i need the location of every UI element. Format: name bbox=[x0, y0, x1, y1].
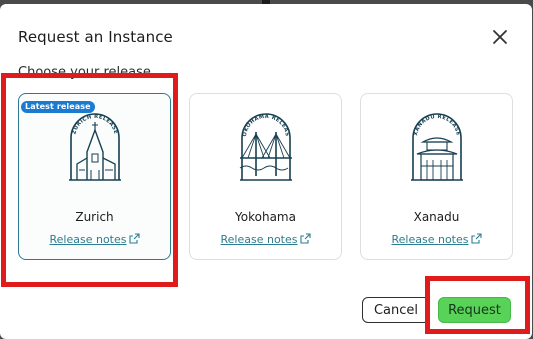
dialog-title: Request an Instance bbox=[18, 28, 173, 46]
release-card-xanadu[interactable]: XANADU RELEASE Xanadu Release notes bbox=[360, 93, 513, 260]
close-icon bbox=[493, 30, 507, 44]
release-name: Xanadu bbox=[413, 210, 460, 224]
external-link-icon bbox=[470, 233, 482, 244]
release-notes-label: Release notes bbox=[220, 233, 298, 246]
external-link-icon bbox=[299, 233, 311, 244]
release-notes-link[interactable]: Release notes bbox=[19, 233, 170, 246]
release-name: Zurich bbox=[75, 210, 114, 224]
release-notes-label: Release notes bbox=[49, 233, 127, 246]
church-tower-icon: ZURICH RELEASE bbox=[69, 113, 121, 181]
cancel-button[interactable]: Cancel bbox=[362, 297, 430, 323]
close-button[interactable] bbox=[491, 28, 509, 46]
request-button[interactable]: Request bbox=[438, 297, 511, 323]
release-notes-label: Release notes bbox=[391, 233, 469, 246]
external-link-icon bbox=[128, 233, 140, 244]
release-notes-link[interactable]: Release notes bbox=[190, 233, 341, 246]
release-name: Yokohama bbox=[235, 210, 296, 224]
release-notes-link[interactable]: Release notes bbox=[361, 233, 512, 246]
svg-text:XANADU RELEASE: XANADU RELEASE bbox=[413, 114, 461, 136]
bridge-icon: YOKOHAMA RELEASE bbox=[234, 108, 292, 181]
section-label: Choose your release bbox=[18, 65, 151, 80]
release-card-yokohama[interactable]: YOKOHAMA RELEASE Yokohama Release notes bbox=[189, 93, 342, 260]
pagoda-icon: XANADU RELEASE bbox=[411, 113, 463, 181]
release-card-zurich[interactable]: Latest release ZURICH RELEASE Zurich Rel… bbox=[18, 93, 171, 260]
request-instance-dialog: Request an Instance Choose your release … bbox=[0, 4, 532, 339]
